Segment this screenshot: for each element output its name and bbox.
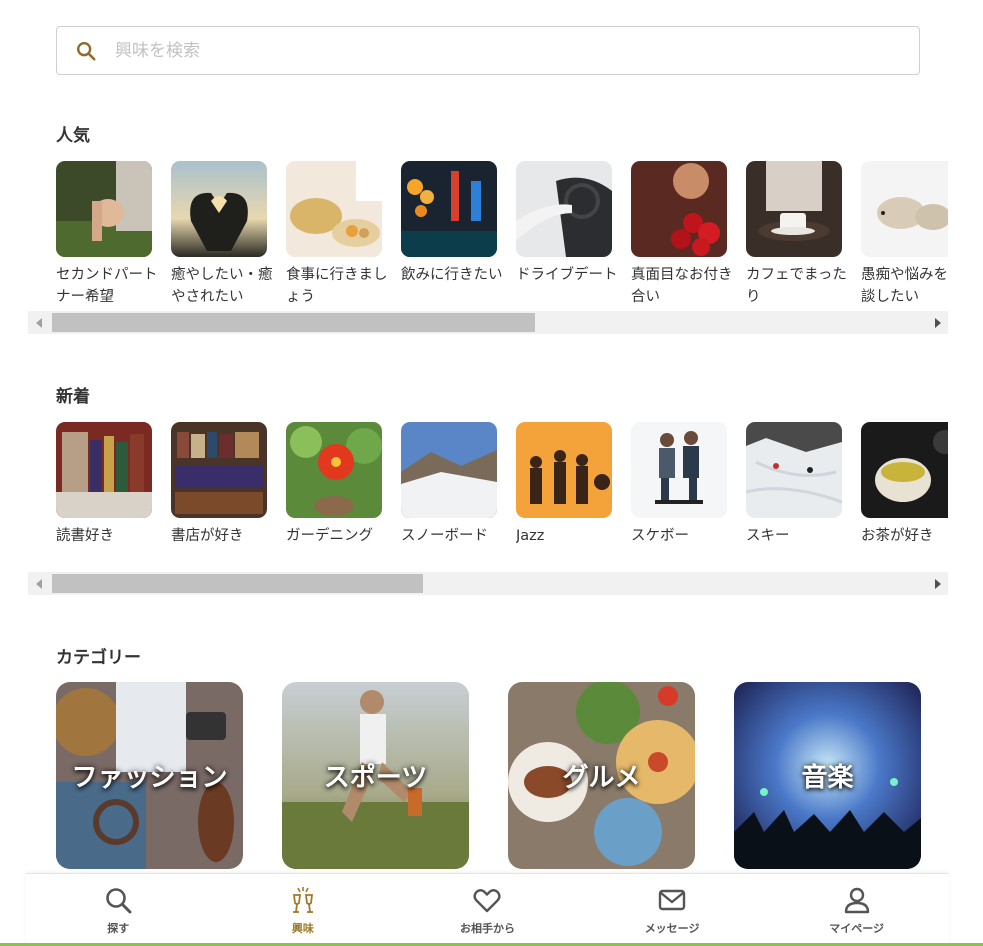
section-title-categories: カテゴリー [56,648,141,668]
person-icon [844,887,869,914]
interest-card[interactable]: スノーボード [401,422,497,569]
category-card-fashion[interactable]: ファッション [56,682,243,869]
interest-card[interactable]: 癒やしたい・癒やされたい [171,161,273,308]
category-label: ファッション [71,763,228,793]
interest-label: 癒やしたい・癒やされたい [171,267,273,305]
interest-image [516,161,612,257]
interest-card[interactable]: 真面目なお付き合い [631,161,733,308]
interest-image [56,161,152,257]
interest-card[interactable]: スケボー [631,422,727,569]
toast-glasses-icon [292,887,313,913]
scrollbar-thumb[interactable] [52,313,535,332]
interest-card[interactable]: ガーデニング [286,422,382,569]
interest-card[interactable]: スキー [746,422,842,569]
interest-card[interactable]: セカンドパートナー希望 [56,161,158,308]
category-card-music[interactable]: 音楽 [734,682,921,869]
interest-label: 飲みに行きたい [401,267,503,283]
heart-icon [473,889,502,913]
category-grid: ファッション スポーツ グルメ 音楽 [56,682,921,869]
interest-image [516,422,612,518]
scroll-left-arrow-icon[interactable] [28,572,51,595]
tab-mypage[interactable]: マイページ [764,874,949,946]
category-label: スポーツ [323,763,428,793]
newest-scrollbar[interactable] [28,572,948,595]
interest-label: 真面目なお付き合い [631,267,733,305]
tab-from-partners[interactable]: お相手から [395,874,580,946]
tab-search[interactable]: 探す [26,874,211,946]
bottom-tab-bar: 探す 興味 お相手から メッセージ マイページ [26,873,949,946]
interest-image [286,161,382,257]
category-card-sports[interactable]: スポーツ [282,682,469,869]
interest-label: 書店が好き [171,528,244,544]
interest-image [631,161,727,257]
tab-label: 興味 [291,922,314,935]
section-title-popular: 人気 [56,126,90,146]
tab-label: メッセージ [644,922,700,935]
interest-label: スキー [746,528,790,544]
section-title-newest: 新着 [56,387,90,407]
interest-label: カフェでまったり [746,267,847,305]
interest-image [171,422,267,518]
tab-interests[interactable]: 興味 [211,874,396,946]
scroll-right-arrow-icon[interactable] [925,311,948,334]
search-input[interactable] [115,27,919,74]
tab-label: 探す [107,922,130,935]
interest-card[interactable]: 読書好き [56,422,152,569]
interest-label: 愚痴や悩みを相談したい [861,267,948,305]
interest-label: スノーボード [401,528,488,544]
envelope-icon [658,889,686,911]
scroll-left-arrow-icon[interactable] [28,311,51,334]
interest-card[interactable]: 飲みに行きたい [401,161,503,308]
newest-carousel[interactable]: 読書好き 書店が好き ガーデニング スノーボード Jazz スケボー スキー お… [56,422,948,572]
interest-label: 食事に行きましょう [286,267,388,305]
interest-card[interactable]: 食事に行きましょう [286,161,388,308]
interest-image [401,161,497,257]
search-icon [77,41,96,61]
tab-label: お相手から [459,922,515,935]
interest-image [171,161,267,257]
interest-image [631,422,727,518]
popular-scrollbar[interactable] [28,311,948,334]
search-bar[interactable] [56,26,920,75]
scroll-right-arrow-icon[interactable] [925,572,948,595]
interest-card[interactable]: カフェでまったり [746,161,847,308]
interest-label: お茶が好き [861,528,934,544]
interest-label: Jazz [516,528,545,544]
interest-label: スケボー [631,528,689,544]
interest-label: セカンドパートナー希望 [56,267,158,305]
interest-image [861,161,948,257]
interest-label: ドライブデート [516,267,618,283]
popular-carousel[interactable]: セカンドパートナー希望 癒やしたい・癒やされたい 食事に行きましょう 飲みに行き… [56,161,948,311]
category-card-gourmet[interactable]: グルメ [508,682,695,869]
interest-image [861,422,948,518]
interest-image [746,422,842,518]
interest-card[interactable]: お茶が好き [861,422,948,569]
interest-image [56,422,152,518]
interest-label: 読書好き [56,528,114,544]
interest-card[interactable]: 愚痴や悩みを相談したい [861,161,948,308]
interest-card[interactable]: 書店が好き [171,422,267,569]
interest-image [286,422,382,518]
category-label: グルメ [562,763,641,793]
category-label: 音楽 [801,763,854,793]
scrollbar-thumb[interactable] [52,574,423,593]
interest-label: ガーデニング [286,528,373,544]
interest-card[interactable]: ドライブデート [516,161,618,308]
interest-image [746,161,842,257]
search-icon [106,888,132,914]
interest-image [401,422,497,518]
tab-messages[interactable]: メッセージ [580,874,765,946]
tab-label: マイページ [829,922,885,935]
interest-card[interactable]: Jazz [516,422,612,569]
